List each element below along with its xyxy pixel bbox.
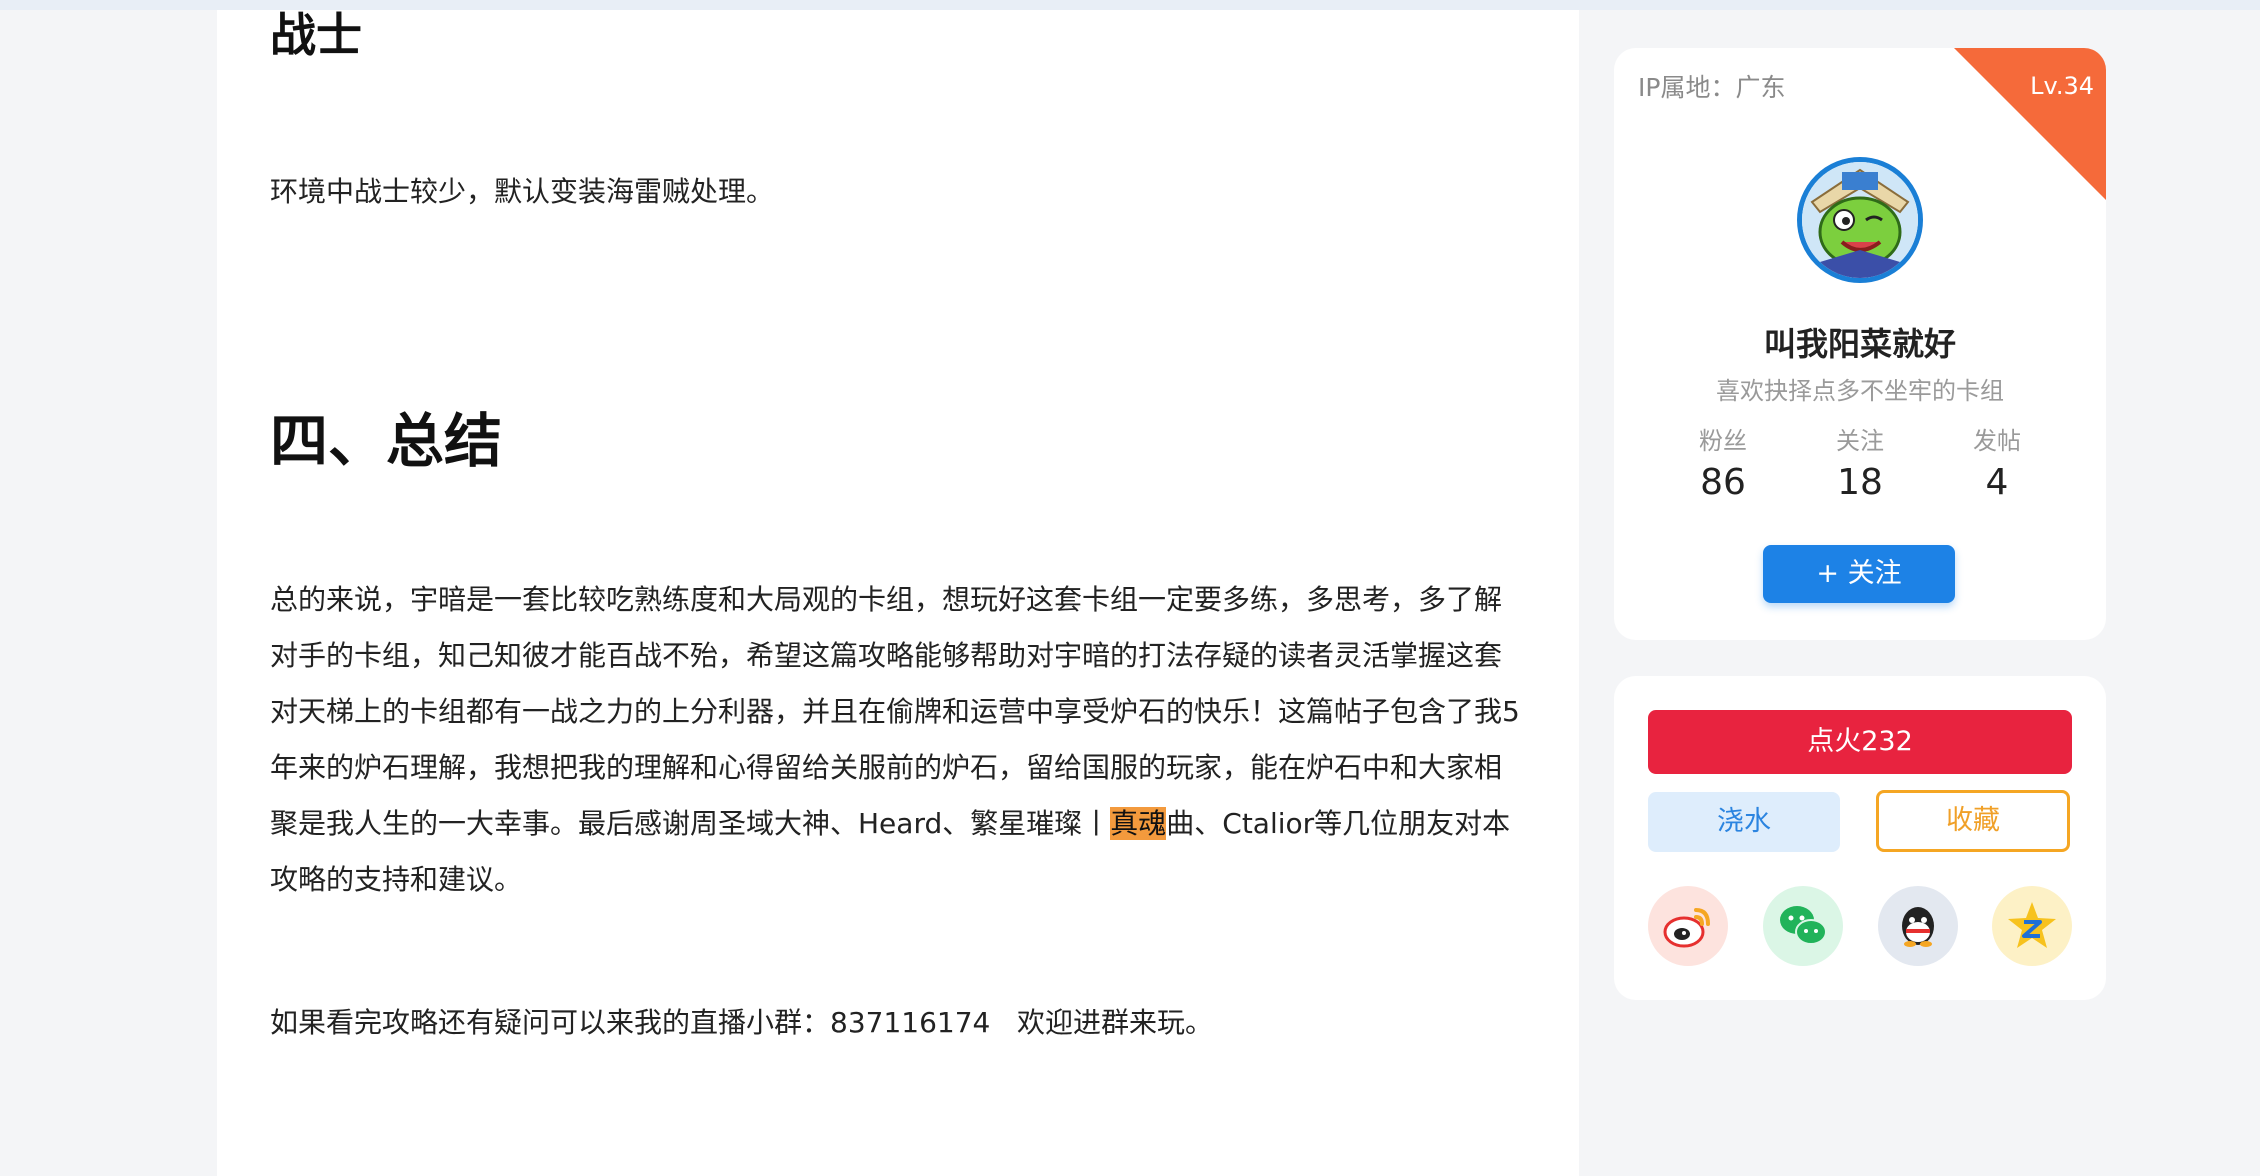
username[interactable]: 叫我阳菜就好 <box>1614 322 2106 366</box>
article-content: 战士 环境中战士较少，默认变装海雷贼处理。 四、总结 总的来说，宇暗是一套比较吃… <box>217 10 1579 1176</box>
water-button[interactable]: 浇水 <box>1648 792 1840 852</box>
search-highlight: 真魂 <box>1110 807 1167 840</box>
group-paragraph: 如果看完攻略还有疑问可以来我的直播小群：837116174 欢迎进群来玩。 <box>270 1006 1214 1039</box>
heading-warrior: 战士 <box>270 8 362 62</box>
qq-icon <box>1902 907 1934 947</box>
ignite-button[interactable]: 点火232 <box>1648 710 2072 774</box>
summary-text: 曲、Ctalior等几位朋友对本 <box>1166 807 1511 840</box>
summary-line: 聚是我人生的一大幸事。最后感谢周圣域大神、Heard、繁星璀璨丨真魂曲、Ctal… <box>270 796 1540 852</box>
summary-line: 对手的卡组，知己知彼才能百战不殆，希望这篇攻略能够帮助对宇暗的打法存疑的读者灵活… <box>270 639 1503 672</box>
share-qq-button[interactable] <box>1878 886 1958 966</box>
stat-label: 关注 <box>1836 427 1884 455</box>
share-weibo-button[interactable] <box>1648 886 1728 966</box>
user-bio: 喜欢抉择点多不坐牢的卡组 <box>1716 377 2004 405</box>
avatar-frog-icon <box>1802 162 1918 278</box>
summary-line: 攻略的支持和建议。 <box>270 863 523 896</box>
level-badge: Lv.34 <box>2030 72 2094 100</box>
share-qzone-button[interactable] <box>1992 886 2072 966</box>
stat-label: 发帖 <box>1973 427 2021 455</box>
stat-fans[interactable]: 粉丝 86 <box>1648 424 1798 508</box>
stat-value: 18 <box>1837 462 1883 503</box>
follow-button[interactable]: + 关注 <box>1763 545 1955 603</box>
stat-value: 86 <box>1700 462 1746 503</box>
ip-location: IP属地：广东 <box>1638 73 1786 102</box>
summary-paragraph: 总的来说，宇暗是一套比较吃熟练度和大局观的卡组，想玩好这套卡组一定要多练，多思考… <box>270 572 1540 908</box>
stat-following[interactable]: 关注 18 <box>1785 424 1935 508</box>
summary-line: 对天梯上的卡组都有一战之力的上分利器，并且在偷牌和运营中享受炉石的快乐！这篇帖子… <box>270 695 1520 728</box>
warrior-paragraph: 环境中战士较少，默认变装海雷贼处理。 <box>270 175 775 208</box>
summary-text: 聚是我人生的一大幸事。最后感谢周圣域大神、Heard、繁星璀璨丨 <box>270 807 1111 840</box>
stat-posts[interactable]: 发帖 4 <box>1922 424 2072 508</box>
stat-label: 粉丝 <box>1699 427 1747 455</box>
wechat-icon <box>1780 906 1827 945</box>
share-wechat-button[interactable] <box>1763 886 1843 966</box>
avatar[interactable] <box>1797 157 1923 283</box>
author-profile-card: IP属地：广东 Lv.34 叫我阳菜就好 喜欢抉择点多不坐牢的卡组 粉丝 86 … <box>1614 48 2106 640</box>
section-heading-summary: 四、总结 <box>270 407 503 475</box>
summary-line: 总的来说，宇暗是一套比较吃熟练度和大局观的卡组，想玩好这套卡组一定要多练，多思考… <box>270 583 1503 616</box>
favorite-button[interactable]: 收藏 <box>1876 790 2070 852</box>
stat-value: 4 <box>1985 462 2009 503</box>
weibo-icon <box>1663 908 1710 948</box>
summary-line: 年来的炉石理解，我想把我的理解和心得留给关服前的炉石，留给国服的玩家，能在炉石中… <box>270 751 1503 784</box>
qzone-icon <box>2008 902 2056 948</box>
post-actions-card: 点火232 浇水 收藏 <box>1614 676 2106 1000</box>
